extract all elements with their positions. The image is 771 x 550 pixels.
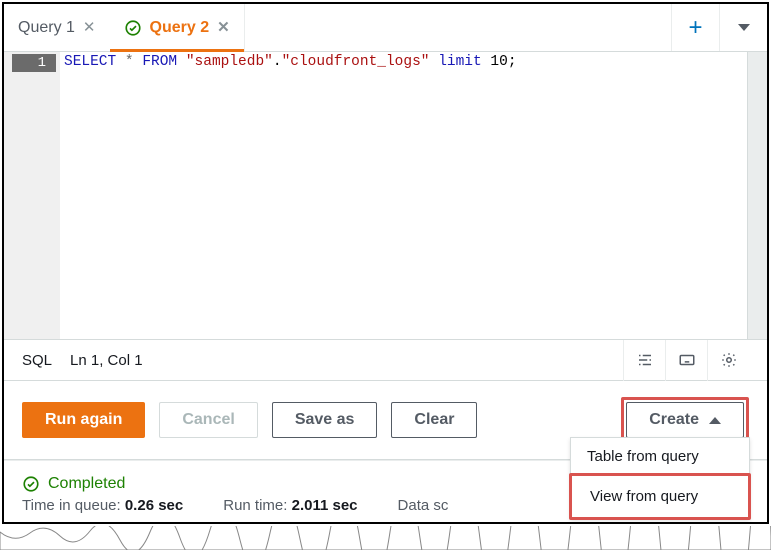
- close-icon[interactable]: ✕: [83, 20, 96, 35]
- check-circle-icon: [22, 475, 40, 493]
- data-scanned: Data sc: [398, 497, 449, 514]
- run-label: Run again: [45, 411, 122, 429]
- editor-status-bar: SQL Ln 1, Col 1: [4, 339, 767, 381]
- create-dropdown: Table from query View from query: [570, 437, 750, 519]
- tab-label: Query 2: [150, 19, 210, 37]
- cancel-label: Cancel: [182, 411, 234, 429]
- clear-button[interactable]: Clear: [391, 402, 477, 438]
- tab-query-2[interactable]: Query 2 ✕: [110, 4, 244, 51]
- keyboard-button[interactable]: [665, 340, 707, 381]
- queue-time: Time in queue: 0.26 sec: [22, 497, 183, 514]
- line-number: 1: [12, 54, 56, 72]
- cancel-button: Cancel: [159, 402, 257, 438]
- create-button[interactable]: Create: [626, 402, 744, 438]
- tab-bar: Query 1 ✕ Query 2 ✕ +: [4, 4, 767, 52]
- menu-item-view-from-query[interactable]: View from query: [574, 478, 746, 515]
- close-icon[interactable]: ✕: [217, 20, 230, 35]
- save-as-button[interactable]: Save as: [272, 402, 378, 438]
- clear-label: Clear: [414, 411, 454, 429]
- run-time: Run time: 2.011 sec: [223, 497, 357, 514]
- check-circle-icon: [124, 19, 142, 37]
- result-status-text: Completed: [48, 475, 125, 493]
- tab-actions: +: [671, 4, 767, 51]
- editor-gutter: 1: [4, 52, 60, 339]
- tab-label: Query 1: [18, 19, 75, 37]
- plus-icon: +: [688, 16, 702, 40]
- highlight-view-from-query: View from query: [569, 473, 751, 520]
- editor-mode: SQL: [22, 352, 52, 369]
- code-line[interactable]: SELECT * FROM "sampledb"."cloudfront_log…: [60, 52, 767, 72]
- chevron-up-icon: [709, 417, 721, 424]
- menu-item-table-from-query[interactable]: Table from query: [571, 438, 749, 475]
- format-button[interactable]: [623, 340, 665, 381]
- vertical-scrollbar[interactable]: [747, 52, 767, 339]
- create-label: Create: [649, 411, 699, 429]
- add-tab-button[interactable]: +: [671, 4, 719, 51]
- tab-query-1[interactable]: Query 1 ✕: [4, 4, 110, 51]
- torn-edge: [0, 526, 771, 550]
- run-button[interactable]: Run again: [22, 402, 145, 438]
- cursor-position: Ln 1, Col 1: [70, 352, 143, 369]
- tab-overflow-button[interactable]: [719, 4, 767, 51]
- action-bar: Run again Cancel Save as Clear Create Ta…: [4, 381, 767, 460]
- settings-button[interactable]: [707, 340, 749, 381]
- save-as-label: Save as: [295, 411, 355, 429]
- sql-editor[interactable]: 1 SELECT * FROM "sampledb"."cloudfront_l…: [4, 52, 767, 339]
- chevron-down-icon: [738, 24, 750, 31]
- code-area[interactable]: SELECT * FROM "sampledb"."cloudfront_log…: [60, 52, 767, 339]
